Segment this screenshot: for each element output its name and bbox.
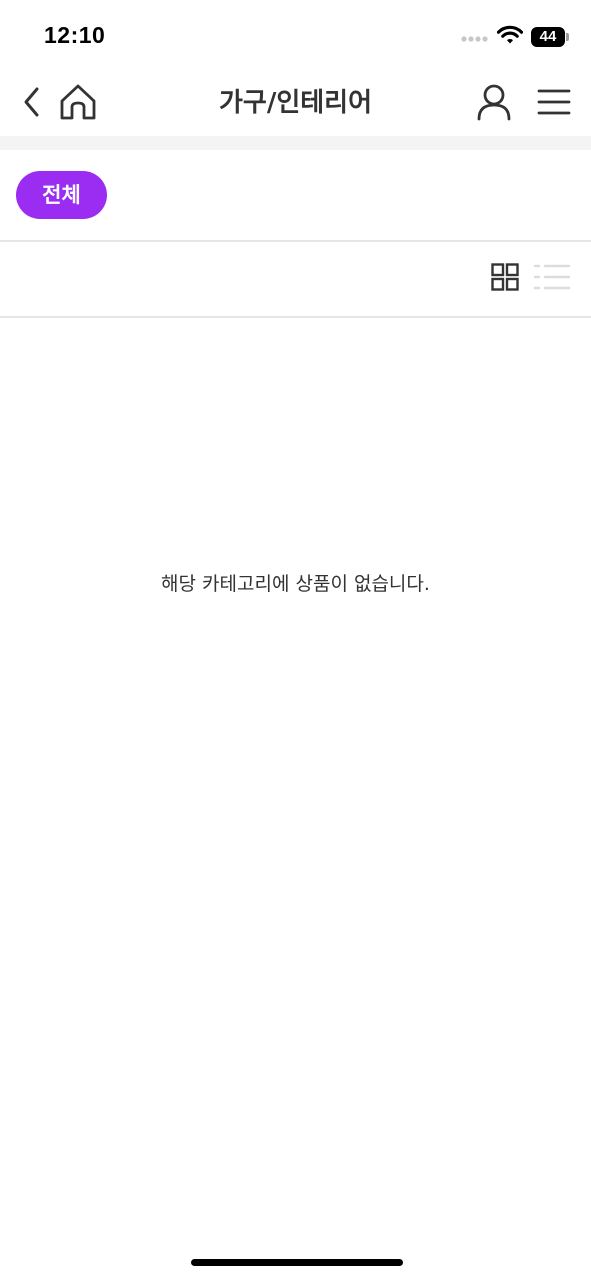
wifi-icon — [496, 25, 524, 49]
back-button[interactable] — [14, 80, 50, 128]
user-icon — [476, 83, 512, 125]
status-indicators: 44 — [461, 24, 569, 50]
grid-view-icon — [491, 263, 519, 295]
category-chip-all[interactable]: 전체 — [16, 171, 107, 219]
signal-icon — [461, 28, 489, 47]
top-navigation: 가구/인테리어 — [0, 72, 591, 136]
list-view-icon — [533, 263, 571, 295]
home-icon — [58, 83, 98, 125]
status-bar: 12:10 44 — [0, 0, 591, 72]
status-time: 12:10 — [44, 22, 106, 48]
category-filter-bar: 전체 — [0, 150, 591, 240]
view-toggle-bar — [0, 242, 591, 316]
list-view-button[interactable] — [532, 262, 572, 296]
menu-button[interactable] — [532, 80, 576, 128]
page-title: 가구/인테리어 — [218, 88, 373, 118]
menu-icon — [537, 88, 571, 120]
battery-icon: 44 — [531, 27, 565, 47]
home-button[interactable] — [56, 80, 100, 128]
battery-tip — [566, 33, 569, 41]
back-icon — [22, 86, 42, 122]
section-divider — [0, 136, 591, 150]
grid-view-button[interactable] — [488, 262, 522, 296]
divider — [0, 316, 591, 318]
empty-state-message: 해당 카테고리에 상품이 없습니다. — [161, 573, 430, 595]
my-page-button[interactable] — [472, 80, 516, 128]
home-indicator[interactable] — [191, 1259, 403, 1266]
